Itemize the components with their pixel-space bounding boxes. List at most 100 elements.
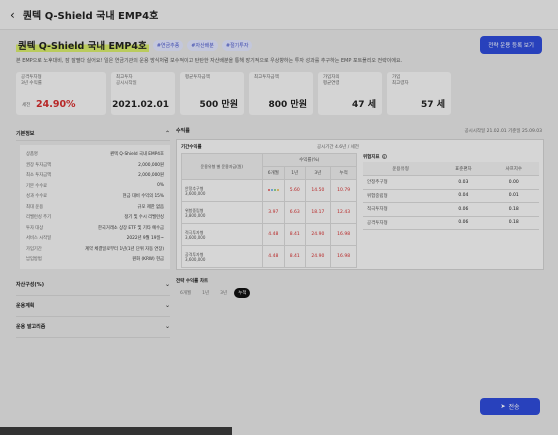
tag-0[interactable]: #연금추종	[152, 39, 184, 51]
info-row: 상품명 퀀텍 Q-Shield 국내 EMP4호	[26, 149, 164, 160]
sharpe: 0.01	[488, 189, 539, 203]
info-key: 서비스 시작일	[26, 236, 52, 242]
info-row: 리밸런싱 주기 정기 및 수시 리밸런싱	[26, 212, 164, 223]
returns-section-title: 수익률	[176, 128, 190, 134]
table-row: 안정추구형 0.03 0.00	[363, 175, 539, 190]
table-header: 누적	[330, 166, 357, 180]
stat-value: 500 만원	[199, 100, 238, 110]
stat-label: 가입 최고령자	[392, 75, 409, 86]
table-row: 공격투자형 0.06 0.18	[363, 216, 539, 230]
stat-card: 최고투자금액 800 만원	[249, 72, 313, 115]
accordion-algorithm[interactable]: 운용 발고리즘 ⌄	[16, 317, 170, 338]
table-header: 6개월	[261, 166, 286, 180]
table-header: 운용유형	[363, 162, 439, 176]
dot-icon	[267, 189, 270, 191]
info-key: 권장 투자금액	[26, 162, 52, 168]
sharpe: 0.18	[488, 202, 539, 217]
stat-value: 2021.02.01	[112, 100, 169, 110]
register-button[interactable]: 전략 운용 등록 보기	[480, 36, 542, 54]
accordion-basic-info[interactable]: 기본정보 ⌃	[16, 127, 170, 141]
risk-type: 안정추구형	[363, 175, 439, 190]
info-key: 가입기간	[26, 246, 42, 252]
risk-table: 운용유형 표준편차 샤프지수 안정추구형 0.03 0.00 위험중립형 0.04 0.0…	[363, 162, 539, 230]
info-key: 성과 수수료	[26, 194, 48, 200]
send-button[interactable]: ➤ 전송	[480, 398, 540, 415]
table-header: 1년	[284, 166, 306, 180]
legend-dots	[261, 179, 286, 202]
top-bar: ‹ 퀀텍 Q-Shield 국내 EMP4호	[0, 0, 558, 30]
accordion-operation-plan[interactable]: 운용계획 ⌄	[16, 296, 170, 317]
return-cell: 24.90	[304, 223, 332, 246]
std-dev: 0.03	[438, 175, 489, 190]
accordion-title: 운용계획	[16, 303, 35, 309]
table-header: 샤프지수	[488, 162, 539, 176]
chevron-up-icon: ⌃	[164, 130, 170, 137]
period-returns-title: 기간수익률	[181, 145, 202, 150]
dot-icon	[276, 189, 279, 191]
period-button[interactable]: 6개월	[176, 288, 196, 298]
stat-label: 평균투자금액	[185, 75, 210, 80]
info-value: 한국거래소 상장 ETF 및 기타 예수금	[97, 225, 164, 231]
chart-title: 전략 수익률 차트	[176, 279, 209, 284]
table-row: 위험중립형 3,800,000 3.97 6.63 18.17 12.43	[181, 201, 357, 224]
info-key: 납입방법	[26, 257, 42, 263]
return-cell: 4.48	[261, 223, 286, 246]
return-cell: 24.90	[304, 245, 332, 268]
risk-type: 공격투자형	[363, 216, 439, 230]
row-name: 안정추구형 3,600,000	[181, 179, 263, 202]
info-row: 권장 투자금액 2,000,000원	[26, 160, 164, 171]
info-value: 정기 및 수시 리밸런싱	[124, 215, 164, 221]
info-key: 기본 수수료	[26, 183, 48, 189]
stat-label: 최고투자금액	[254, 75, 279, 80]
stat-label: 공격투자형 3년 수익률	[21, 75, 42, 86]
stat-value: 24.90%	[36, 99, 76, 110]
info-key: 최소 투자금액	[26, 173, 52, 179]
info-value: 규모 제한 없음	[137, 204, 164, 210]
return-cell: 8.41	[284, 245, 306, 268]
sharpe: 0.18	[488, 216, 539, 230]
period-button[interactable]: 3년	[216, 288, 232, 298]
window-title: 퀀텍 Q-Shield 국내 EMP4호	[22, 11, 159, 22]
return-cell: 8.41	[284, 223, 306, 246]
back-arrow-icon[interactable]: ‹	[10, 8, 15, 22]
table-header: 운용유형 별 운용자금(원)	[181, 153, 263, 180]
row-name: 위험중립형 3,800,000	[181, 201, 263, 224]
table-row: 공격투자형 3,600,000 4.48 8.41 24.90 16.98	[181, 245, 357, 268]
stat-card: 가입자의 평균연령 47 세	[318, 72, 382, 115]
info-value: 계약 체결일로부터 1년(1년 단위 자동 연장)	[85, 246, 164, 252]
risk-title: 위험지표 i	[363, 154, 387, 160]
accordion-asset-composition[interactable]: 자산구성(%) ⌄	[16, 275, 170, 296]
info-row: 최소 투자금액 2,000,000원	[26, 170, 164, 181]
info-row: 성과 수수료 현금 대비 수익의 15%	[26, 191, 164, 202]
stat-value: 800 만원	[268, 100, 307, 110]
info-row: 납입방법 원화 (KRW) 현금	[26, 254, 164, 265]
stats-row: 공격투자형 3년 수익률 세전 24.90% 최고투자 공시시작일 2021.0…	[16, 72, 542, 115]
table-header: 3년	[304, 166, 332, 180]
return-cell: 5.60	[284, 179, 306, 202]
returns-table: 운용유형 별 운용자금(원) 수익률(%) 6개월 1년 3년 누적 안정추구형…	[181, 153, 358, 268]
info-key: 최대 운용	[26, 204, 44, 210]
info-icon[interactable]: i	[381, 154, 387, 159]
returns-panel: 기간수익률 공시기간 4.6년 / 세전 운용유형 별 운용자금(원) 수익률(…	[176, 139, 544, 270]
fund-description: 본 EMP으로 노후대비, 잠 잘펼다 실어요! 일은 연금기관의 운용 방식처…	[16, 58, 403, 64]
return-cell: 18.17	[304, 201, 332, 224]
table-row: 안정추구형 3,600,000 5.60 14.50 10.79	[181, 179, 357, 202]
period-selector: 6개월 1년 3년 누적	[176, 288, 544, 298]
accordion-title: 기본정보	[16, 131, 35, 137]
info-row: 기본 수수료 0%	[26, 181, 164, 192]
return-cell: 10.79	[330, 179, 357, 202]
period-button[interactable]: 누적	[234, 288, 251, 298]
dot-icon	[273, 189, 276, 191]
period-button[interactable]: 1년	[198, 288, 214, 298]
tag-2[interactable]: #절기투자	[221, 39, 253, 51]
stat-card: 최고투자 공시시작일 2021.02.01	[111, 72, 175, 115]
sharpe: 0.00	[488, 175, 539, 190]
return-cell: 16.98	[330, 223, 357, 246]
risk-title-text: 위험지표	[363, 155, 380, 160]
tag-1[interactable]: #자산배분	[187, 39, 218, 51]
stat-label: 가입자의 평균연령	[323, 75, 340, 86]
info-key: 투자 대상	[26, 225, 44, 231]
left-column: 기본정보 ⌃ 상품명 퀀텍 Q-Shield 국내 EMP4호 권장 투자금액 2,0…	[16, 127, 170, 338]
stat-value: 57 세	[421, 100, 445, 110]
info-row: 서비스 시작일 2022년 9월 19일~	[26, 233, 164, 244]
